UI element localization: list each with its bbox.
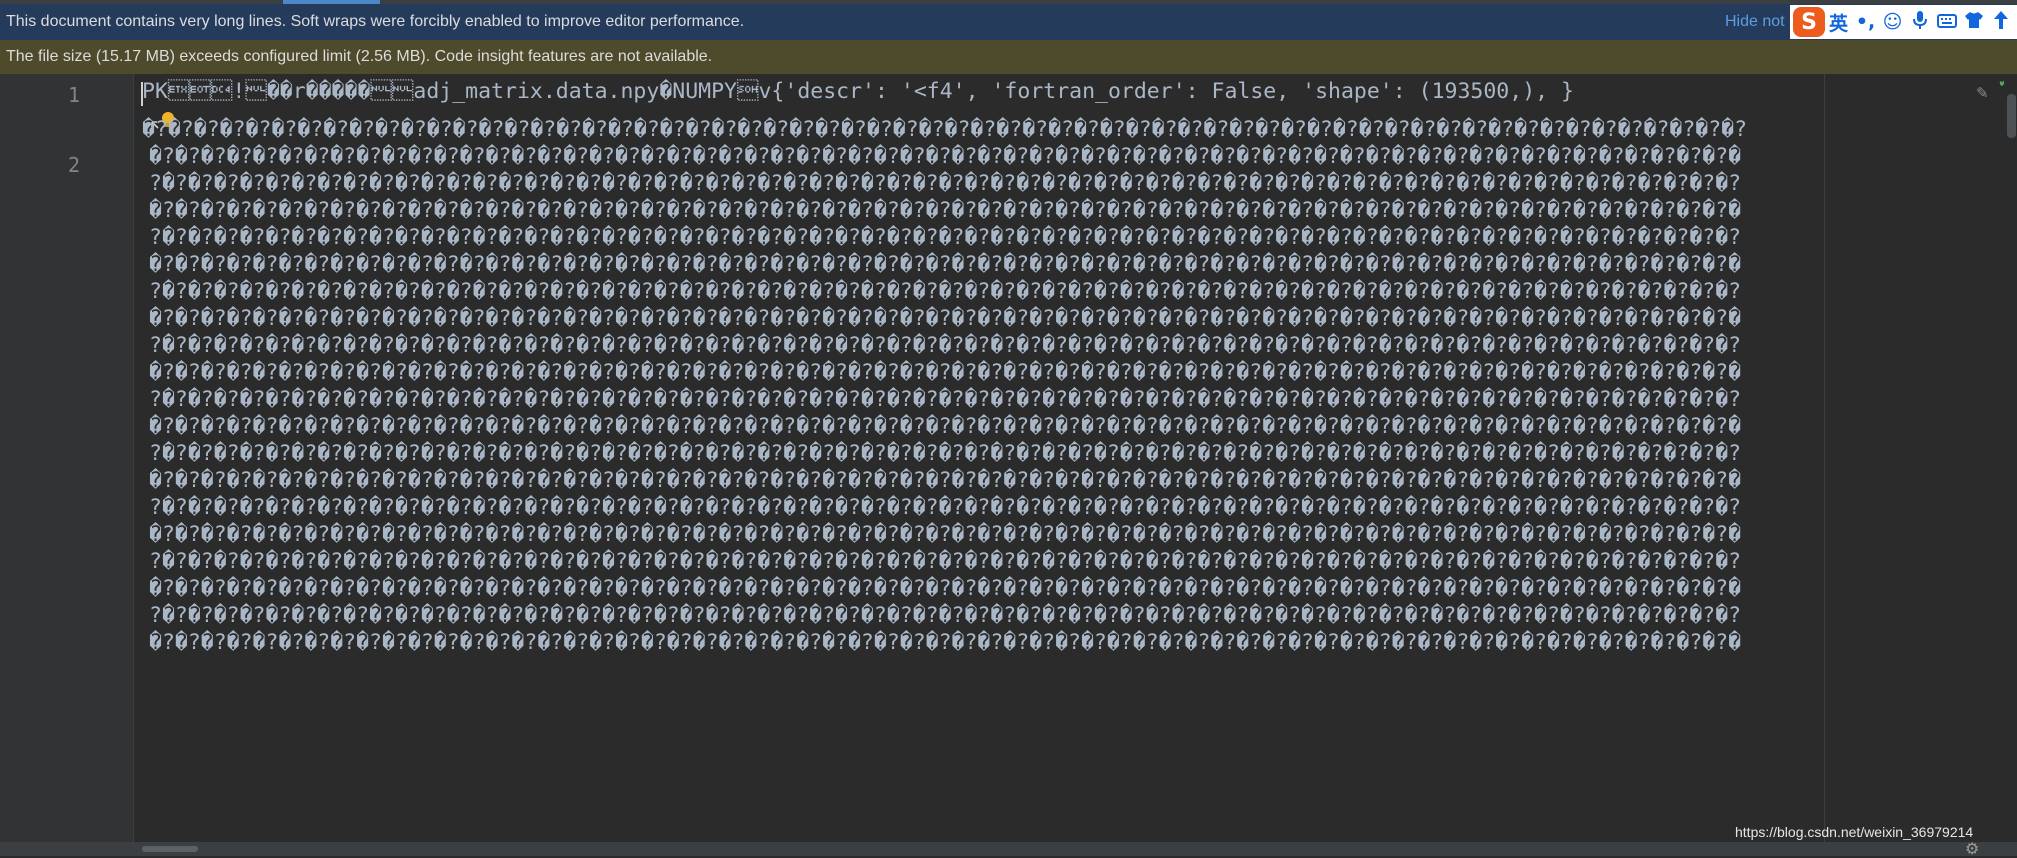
wrapped-line[interactable]: ?�?�?�?�?�?�?�?�?�?�?�?�?�?�?�?�?�?�?�?�…: [149, 495, 1741, 520]
wrapped-line[interactable]: ?�?�?�?�?�?�?�?�?�?�?�?�?�?�?�?�?�?�?�?�…: [149, 279, 1741, 304]
notification-message: This document contains very long lines. …: [6, 13, 745, 30]
punctuation-toggle[interactable]: •,: [1852, 11, 1879, 33]
hide-notification-link[interactable]: Hide not: [1725, 13, 1785, 31]
wrapped-line[interactable]: �?�?�?�?�?�?�?�?�?�?�?�?�?�?�?�?�?�?�?�?…: [149, 414, 1741, 439]
smiley-icon[interactable]: ☺: [1879, 11, 1906, 33]
wrapped-line[interactable]: �?�?�?�?�?�?�?�?�?�?�?�?�?�?�?�?�?�?�?�?…: [149, 522, 1741, 547]
watermark-url: https://blog.csdn.net/weixin_36979214: [1735, 824, 1974, 840]
language-toggle[interactable]: 英: [1825, 9, 1852, 36]
wrapped-line[interactable]: �?�?�?�?�?�?�?�?�?�?�?�?�?�?�?�?�?�?�?�?…: [149, 630, 1741, 655]
sogou-logo-icon[interactable]: S: [1793, 7, 1825, 37]
pencil-icon[interactable]: ✎: [1976, 84, 1989, 102]
warning-message: The file size (15.17 MB) exceeds configu…: [6, 48, 713, 65]
right-margin-guide: [1824, 74, 1825, 842]
wrapped-line[interactable]: �?�?�?�?�?�?�?�?�?�?�?�?�?�?�?�?�?�?�?�?…: [149, 468, 1741, 493]
wrapped-line[interactable]: ?�?�?�?�?�?�?�?�?�?�?�?�?�?�?�?�?�?�?�?�…: [149, 225, 1741, 250]
vertical-scrollbar-thumb[interactable]: [2007, 94, 2016, 138]
wrapped-line[interactable]: ?�?�?�?�?�?�?�?�?�?�?�?�?�?�?�?�?�?�?�?�…: [149, 333, 1741, 358]
code-editor[interactable]: PK! ��r�����  adj_matrix.data.npy�NUM…: [134, 74, 2004, 842]
wrapped-line[interactable]: ?�?�?�?�?�?�?�?�?�?�?�?�?�?�?�?�?�?�?�?�…: [149, 441, 1741, 466]
line-number: 1: [67, 83, 80, 107]
wrapped-line[interactable]: ?�?�?�?�?�?�?�?�?�?�?�?�?�?�?�?�?�?�?�?�…: [149, 603, 1741, 628]
gear-icon[interactable]: ⚙: [1965, 839, 1979, 858]
wrapped-line[interactable]: �?�?�?�?�?�?�?�?�?�?�?�?�?�?�?�?�?�?�?�?…: [149, 306, 1741, 331]
ime-toolbar: S 英 •, ☺: [1790, 5, 2017, 39]
line-number-gutter[interactable]: 1 2: [0, 74, 134, 842]
wrapped-line[interactable]: �?�?�?�?�?�?�?�?�?�?�?�?�?�?�?�?�?�?�?�?…: [149, 360, 1741, 385]
horizontal-scrollbar[interactable]: [0, 842, 2017, 856]
wrapped-line[interactable]: �?�?�?�?�?�?�?�?�?�?�?�?�?�?�?�?�?�?�?�?…: [149, 576, 1741, 601]
wrapped-line[interactable]: ?�?�?�?�?�?�?�?�?�?�?�?�?�?�?�?�?�?�?�?�…: [149, 549, 1741, 574]
line-number: 2: [67, 153, 80, 177]
wrapped-line[interactable]: �?�?�?�?�?�?�?�?�?�?�?�?�?�?�?�?�?�?�?�?…: [149, 144, 1741, 169]
soft-wrap-notification: This document contains very long lines. …: [0, 4, 2017, 40]
file-size-warning-banner: The file size (15.17 MB) exceeds configu…: [0, 40, 2017, 74]
wrapped-line[interactable]: �?�?�?�?�?�?�?�?�?�?�?�?�?�?�?�?�?�?�?�?…: [142, 117, 1747, 142]
keyboard-icon[interactable]: [1933, 11, 1960, 33]
wrapped-line[interactable]: �?�?�?�?�?�?�?�?�?�?�?�?�?�?�?�?�?�?�?�?…: [149, 252, 1741, 277]
vertical-scrollbar[interactable]: [2004, 74, 2017, 842]
code-line-1[interactable]: PK! ��r�����  adj_matrix.data.npy�NUM…: [142, 79, 1574, 104]
shirt-icon[interactable]: [1960, 11, 1987, 34]
wrapped-line[interactable]: �?�?�?�?�?�?�?�?�?�?�?�?�?�?�?�?�?�?�?�?…: [149, 198, 1741, 223]
horizontal-scrollbar-thumb[interactable]: [142, 846, 198, 852]
wrapped-line[interactable]: ?�?�?�?�?�?�?�?�?�?�?�?�?�?�?�?�?�?�?�?�…: [149, 387, 1741, 412]
wrapped-line[interactable]: ?�?�?�?�?�?�?�?�?�?�?�?�?�?�?�?�?�?�?�?�…: [149, 171, 1741, 196]
arrow-up-icon[interactable]: [1987, 10, 2014, 35]
microphone-icon[interactable]: [1906, 10, 1933, 35]
